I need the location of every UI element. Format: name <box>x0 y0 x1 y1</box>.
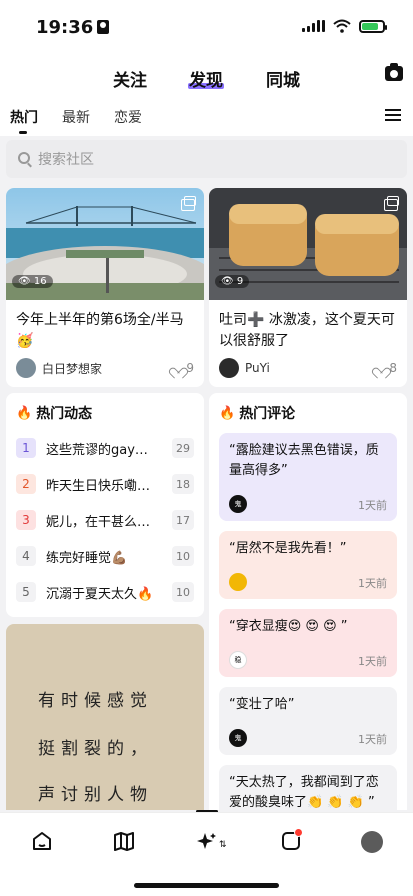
hot-post-text: 沉溺于夏天太久🔥 <box>46 586 154 602</box>
hot-posts-card: 🔥 热门动态 1 这些荒谬的gay… 29 2 昨天生日快乐嘞… 18 3 妮儿，… <box>6 393 204 617</box>
comment-item[interactable]: “露脸建议去黑色错误，质量高得多” 鬼 1天前 <box>219 433 397 521</box>
hot-post-text: 昨天生日快乐嘞… <box>46 478 151 494</box>
hot-post-item[interactable]: 2 昨天生日快乐嘞… 18 <box>16 473 194 495</box>
comment-time: 1天前 <box>358 733 387 746</box>
comment-item[interactable]: “居然不是我先看！” 1天前 <box>219 531 397 599</box>
view-count-badge: 👁 16 <box>12 275 53 288</box>
hot-post-item[interactable]: 5 沉溺于夏天太久🔥 10 <box>16 581 194 603</box>
wifi-icon <box>333 19 351 33</box>
heart-icon <box>172 363 183 373</box>
hot-post-text: 妮儿，在干甚么… <box>46 514 151 530</box>
comment-text: “穿衣显瘦😍 😍 😍 ” <box>229 619 348 634</box>
svg-text:⇅: ⇅ <box>219 840 227 850</box>
view-count-badge: 👁 9 <box>215 275 250 288</box>
poster-text: 声讨别人物 <box>38 785 153 805</box>
person-icon <box>97 20 110 34</box>
rank-badge: 2 <box>16 474 36 494</box>
hot-post-count: 17 <box>172 510 194 530</box>
post-author[interactable]: 白日梦想家 <box>16 358 102 378</box>
profile-avatar[interactable] <box>361 831 383 853</box>
like-button[interactable]: 9 <box>172 361 194 375</box>
comment-item[interactable]: “变壮了哈” 鬼 1天前 <box>219 687 397 755</box>
sub-nav: 热门 最新 恋爱 <box>0 96 413 136</box>
rank-badge: 5 <box>16 582 36 602</box>
comment-text: “露脸建议去黑色错误，质量高得多” <box>229 443 379 478</box>
signal-icon <box>302 20 325 32</box>
status-bar: 19:36 <box>0 0 413 54</box>
avatar: 鬼 <box>229 495 247 513</box>
hot-comments-title: 🔥 热门评论 <box>219 405 296 423</box>
notification-dot <box>294 828 303 837</box>
poster-text: 挺割裂的， <box>38 739 153 759</box>
search-input[interactable]: 搜索社区 <box>38 149 94 169</box>
hot-post-count: 10 <box>172 546 194 566</box>
poster-card[interactable]: 有时候感觉 挺割裂的， 声讨别人物 <box>6 624 204 810</box>
tab-nearby[interactable]: 同城 <box>266 66 300 91</box>
avatar: 鬼 <box>229 729 247 747</box>
hot-post-count: 18 <box>172 474 194 494</box>
bottom-tab-bar: ⇅ <box>0 812 413 896</box>
top-nav: 关注 发现 同城 <box>0 54 413 96</box>
post-author[interactable]: PuYi <box>219 358 270 378</box>
tab-follow[interactable]: 关注 <box>113 66 147 91</box>
filter-icon[interactable] <box>385 108 401 122</box>
camera-icon[interactable] <box>385 63 403 81</box>
multi-image-icon <box>384 196 399 211</box>
avatar <box>219 358 239 378</box>
comment-text: “居然不是我先看！” <box>229 541 347 556</box>
avatar <box>16 358 36 378</box>
comment-time: 1天前 <box>358 499 387 512</box>
hot-post-count: 10 <box>172 582 194 602</box>
comment-time: 1天前 <box>358 655 387 668</box>
home-icon[interactable] <box>31 831 53 851</box>
comment-item[interactable]: “穿衣显瘦😍 😍 😍 ” 稳 1天前 <box>219 609 397 677</box>
search-icon <box>18 152 30 164</box>
home-indicator <box>134 883 279 888</box>
like-button[interactable]: 8 <box>375 361 397 375</box>
hot-post-item[interactable]: 3 妮儿，在干甚么… 17 <box>16 509 194 531</box>
comment-text: “天太热了，我都闻到了恋爱的酸臭味了👏 👏 👏 ” <box>229 775 379 810</box>
hot-post-item[interactable]: 4 练完好睡觉💪🏽 10 <box>16 545 194 567</box>
hot-post-text: 这些荒谬的gay… <box>46 442 148 458</box>
hot-posts-title: 🔥 热门动态 <box>16 405 93 423</box>
rank-badge: 4 <box>16 546 36 566</box>
fire-icon: 🔥 <box>219 405 236 421</box>
messages-icon[interactable] <box>281 828 303 851</box>
map-icon[interactable] <box>113 831 135 851</box>
sparkle-icon[interactable]: ⇅ <box>196 831 232 851</box>
avatar: 稳 <box>229 651 247 669</box>
author-name: PuYi <box>245 361 270 375</box>
comment-text: “变壮了哈” <box>229 697 295 712</box>
battery-icon <box>359 19 387 33</box>
hot-comments-card: 🔥 热门评论 “露脸建议去黑色错误，质量高得多” 鬼 1天前 “居然不是我先看！”… <box>209 393 407 810</box>
status-time: 19:36 <box>36 17 110 38</box>
hot-post-item[interactable]: 1 这些荒谬的gay… 29 <box>16 437 194 459</box>
search-bar[interactable]: 搜索社区 <box>6 140 407 178</box>
author-name: 白日梦想家 <box>42 361 103 376</box>
multi-image-icon <box>181 196 196 211</box>
hot-post-text: 练完好睡觉💪🏽 <box>46 550 128 566</box>
hot-post-count: 29 <box>172 438 194 458</box>
subtab-hot[interactable]: 热门 <box>10 107 38 134</box>
rank-badge: 1 <box>16 438 36 458</box>
fire-icon: 🔥 <box>16 405 33 421</box>
tab-discover[interactable]: 发现 <box>188 66 224 91</box>
rank-badge: 3 <box>16 510 36 530</box>
post-card[interactable]: 👁 16 今年上半年的第6场全/半马🥳 白日梦想家 9 <box>6 188 204 387</box>
subtab-latest[interactable]: 最新 <box>62 107 90 127</box>
comment-time: 1天前 <box>358 577 387 590</box>
post-title: 吐司➕ 冰激凌，这个夏天可以很舒服了 <box>219 312 395 349</box>
subtab-love[interactable]: 恋爱 <box>114 107 142 127</box>
avatar <box>229 573 247 591</box>
post-title: 今年上半年的第6场全/半马🥳 <box>16 312 184 349</box>
poster-text: 有时候感觉 <box>38 691 153 711</box>
comment-item[interactable]: “天太热了，我都闻到了恋爱的酸臭味了👏 👏 👏 ” <box>219 765 397 810</box>
post-card[interactable]: 👁 9 吐司➕ 冰激凌，这个夏天可以很舒服了 PuYi 8 <box>209 188 407 387</box>
heart-icon <box>375 363 386 373</box>
